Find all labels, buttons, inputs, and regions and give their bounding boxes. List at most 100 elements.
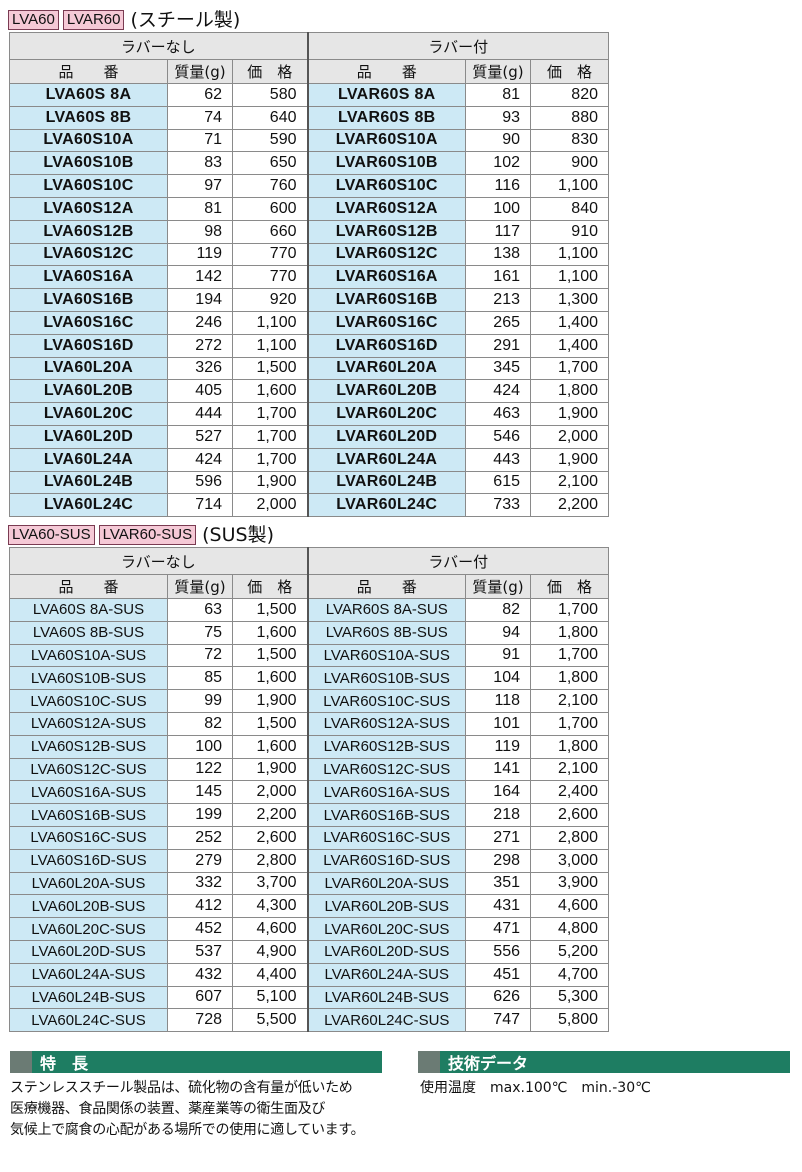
no-rubber-price-cell: 1,100 xyxy=(232,310,308,335)
with-rubber-part-number-cell: LVAR60L24A-SUS xyxy=(306,962,466,987)
no-rubber-mass-cell: 71 xyxy=(167,128,233,153)
with-rubber-mass-cell: 271 xyxy=(465,825,531,850)
with-rubber-part-number-cell: LVAR60L24B-SUS xyxy=(306,985,466,1010)
no-rubber-part-number-cell: LVA60L24C xyxy=(9,493,168,518)
no-rubber-part-number-cell: LVA60L20D-SUS xyxy=(9,939,168,964)
with-rubber-mass-cell: 118 xyxy=(465,689,531,713)
table-row: LVA60S10C 97 760 LVAR60S10C 116 1,100 xyxy=(9,174,609,198)
with-rubber-price-cell: 5,300 xyxy=(530,985,609,1010)
table-row: LVA60S16A-SUS 145 2,000 LVAR60S16A-SUS 164 2,… xyxy=(9,780,609,805)
col-header-part-number: 品 番 xyxy=(306,574,466,599)
no-rubber-mass-cell: 326 xyxy=(167,356,233,381)
no-rubber-mass-cell: 405 xyxy=(167,379,233,404)
no-rubber-mass-cell: 100 xyxy=(167,734,233,759)
with-rubber-part-number-cell: LVAR60S10B xyxy=(306,151,466,176)
with-rubber-part-number-cell: LVAR60S 8A xyxy=(306,83,466,107)
table-row: LVA60S16A 142 770 LVAR60S16A 161 1,100 xyxy=(9,265,609,290)
col-header-part-number: 品 番 xyxy=(9,59,168,84)
table-row: LVA60S16C-SUS 252 2,600 LVAR60S16C-SUS 271 2,… xyxy=(9,825,609,850)
no-rubber-part-number-cell: LVA60L20D xyxy=(9,424,168,449)
steel-spec-table: ラバーなし ラバー付 品 番 質量(g) 価 格 品 番 質量(g) 価 格 L… xyxy=(9,32,609,518)
no-rubber-price-cell: 770 xyxy=(232,242,308,267)
with-rubber-part-number-cell: LVAR60S12A xyxy=(306,196,466,221)
table-row: LVA60S16B-SUS 199 2,200 LVAR60S16B-SUS 218 2,… xyxy=(9,803,609,827)
no-rubber-part-number-cell: LVA60S12C xyxy=(9,242,168,267)
with-rubber-price-cell: 1,800 xyxy=(530,620,609,645)
table-row: LVA60S10B-SUS 85 1,600 LVAR60S10B-SUS 104 1,8… xyxy=(9,666,609,691)
no-rubber-part-number-cell: LVA60S 8A-SUS xyxy=(9,598,168,622)
no-rubber-price-cell: 1,500 xyxy=(232,711,308,736)
with-rubber-mass-cell: 747 xyxy=(465,1008,531,1033)
no-rubber-price-cell: 4,600 xyxy=(232,917,308,941)
table-row: LVA60S 8A 62 580 LVAR60S 8A 81 820 xyxy=(9,83,609,107)
no-rubber-part-number-cell: LVA60S16D xyxy=(9,333,168,358)
steel-section-title: LVA60 LVAR60 (スチール製) xyxy=(8,9,240,31)
no-rubber-mass-cell: 98 xyxy=(167,219,233,244)
no-rubber-mass-cell: 199 xyxy=(167,803,233,827)
with-rubber-price-cell: 5,800 xyxy=(530,1008,609,1033)
with-rubber-mass-cell: 291 xyxy=(465,333,531,358)
with-rubber-mass-cell: 451 xyxy=(465,962,531,987)
no-rubber-price-cell: 1,600 xyxy=(232,734,308,759)
with-rubber-price-cell: 1,700 xyxy=(530,356,609,381)
table-row: LVA60L20B-SUS 412 4,300 LVAR60L20B-SUS 431 4,… xyxy=(9,894,609,919)
with-rubber-price-cell: 1,700 xyxy=(530,711,609,736)
no-rubber-price-cell: 1,700 xyxy=(232,424,308,449)
no-rubber-mass-cell: 537 xyxy=(167,939,233,964)
table-row: LVA60S 8B 74 640 LVAR60S 8B 93 880 xyxy=(9,105,609,130)
no-rubber-price-cell: 1,600 xyxy=(232,666,308,691)
with-rubber-price-cell: 4,600 xyxy=(530,894,609,919)
with-rubber-price-cell: 2,200 xyxy=(530,493,609,518)
with-rubber-price-cell: 2,100 xyxy=(530,689,609,713)
with-rubber-part-number-cell: LVAR60L24B xyxy=(306,470,466,495)
table-row: LVA60L20C-SUS 452 4,600 LVAR60L20C-SUS 471 4,… xyxy=(9,917,609,941)
with-rubber-mass-cell: 101 xyxy=(465,711,531,736)
with-rubber-mass-cell: 91 xyxy=(465,643,531,668)
no-rubber-part-number-cell: LVA60L24B-SUS xyxy=(9,985,168,1010)
with-rubber-part-number-cell: LVAR60L20D-SUS xyxy=(306,939,466,964)
section-title-text: (SUS製) xyxy=(202,524,274,546)
with-rubber-part-number-cell: LVAR60S12B-SUS xyxy=(306,734,466,759)
no-rubber-mass-cell: 142 xyxy=(167,265,233,290)
no-rubber-mass-cell: 432 xyxy=(167,962,233,987)
with-rubber-part-number-cell: LVAR60S12A-SUS xyxy=(306,711,466,736)
no-rubber-price-cell: 2,000 xyxy=(232,780,308,805)
with-rubber-mass-cell: 546 xyxy=(465,424,531,449)
with-rubber-part-number-cell: LVAR60L20D xyxy=(306,424,466,449)
no-rubber-part-number-cell: LVA60S10A-SUS xyxy=(9,643,168,668)
with-rubber-part-number-cell: LVAR60L20A xyxy=(306,356,466,381)
with-rubber-mass-cell: 463 xyxy=(465,402,531,426)
table-row: LVA60S12B 98 660 LVAR60S12B 117 910 xyxy=(9,219,609,244)
no-rubber-part-number-cell: LVA60S16B xyxy=(9,288,168,312)
with-rubber-part-number-cell: LVAR60S10A xyxy=(306,128,466,153)
no-rubber-part-number-cell: LVA60S16C xyxy=(9,310,168,335)
no-rubber-mass-cell: 444 xyxy=(167,402,233,426)
no-rubber-mass-cell: 714 xyxy=(167,493,233,518)
no-rubber-part-number-cell: LVA60S 8B xyxy=(9,105,168,130)
with-rubber-part-number-cell: LVAR60S 8A-SUS xyxy=(306,598,466,622)
col-header-mass: 質量(g) xyxy=(465,574,531,599)
max-temp: max.100℃ xyxy=(490,1080,568,1096)
no-rubber-price-cell: 2,200 xyxy=(232,803,308,827)
no-rubber-price-cell: 590 xyxy=(232,128,308,153)
no-rubber-mass-cell: 607 xyxy=(167,985,233,1010)
no-rubber-mass-cell: 246 xyxy=(167,310,233,335)
with-rubber-mass-cell: 82 xyxy=(465,598,531,622)
with-rubber-part-number-cell: LVAR60S12B xyxy=(306,219,466,244)
no-rubber-price-cell: 5,500 xyxy=(232,1008,308,1033)
table-row: LVA60S10C-SUS 99 1,900 LVAR60S10C-SUS 118 2,1… xyxy=(9,689,609,713)
no-rubber-price-cell: 770 xyxy=(232,265,308,290)
features-line: 医療機器、食品関係の装置、薬産業等の衛生面及び xyxy=(10,1101,326,1117)
col-header-part-number: 品 番 xyxy=(306,59,466,84)
no-rubber-part-number-cell: LVA60S10B-SUS xyxy=(9,666,168,691)
no-rubber-mass-cell: 99 xyxy=(167,689,233,713)
no-rubber-price-cell: 1,600 xyxy=(232,379,308,404)
col-header-price: 価 格 xyxy=(530,574,609,599)
no-rubber-part-number-cell: LVA60S16B-SUS xyxy=(9,803,168,827)
table-row: LVA60S12A-SUS 82 1,500 LVAR60S12A-SUS 101 1,7… xyxy=(9,711,609,736)
with-rubber-price-cell: 1,800 xyxy=(530,666,609,691)
no-rubber-price-cell: 4,300 xyxy=(232,894,308,919)
table-row: LVA60L20C 444 1,700 LVAR60L20C 463 1,900 xyxy=(9,402,609,426)
table-row: LVA60L20A-SUS 332 3,700 LVAR60L20A-SUS 351 3,… xyxy=(9,871,609,896)
with-rubber-part-number-cell: LVAR60L20B xyxy=(306,379,466,404)
